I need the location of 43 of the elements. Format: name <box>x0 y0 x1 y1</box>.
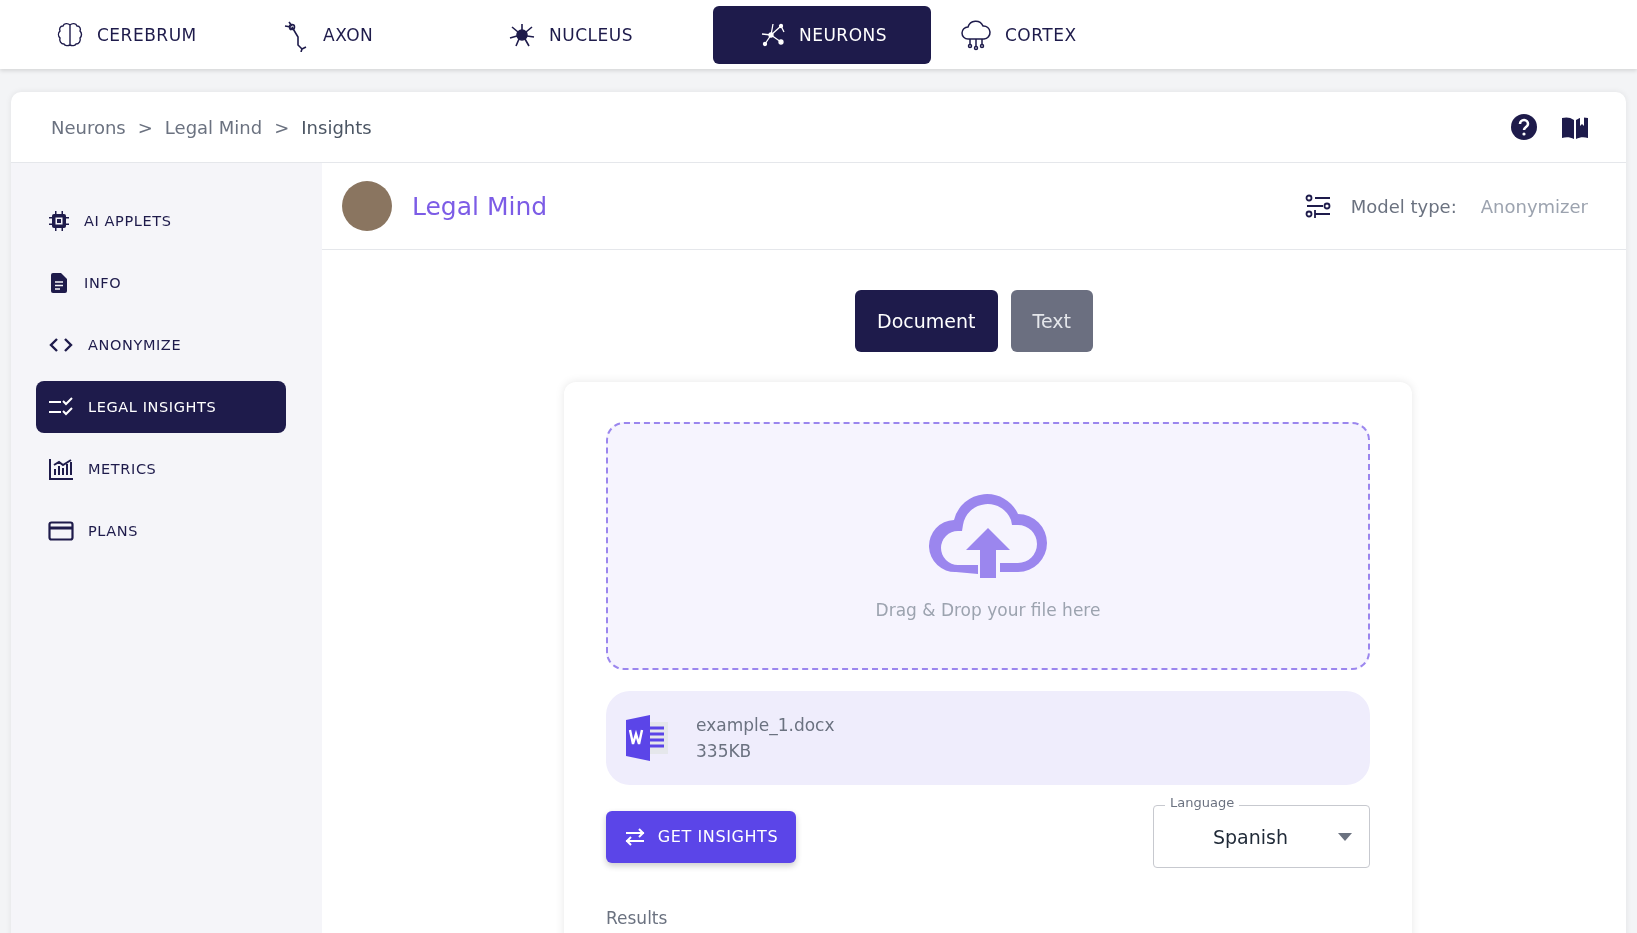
document-icon <box>48 272 70 294</box>
nav-tab[interactable]: CEREBRUM <box>35 5 253 64</box>
cloud-upload-icon <box>926 492 1050 578</box>
sidebar-item[interactable]: ANONYMIZE <box>36 319 286 371</box>
chip-icon <box>48 210 70 232</box>
breadcrumb-item: Insights <box>301 116 372 138</box>
file-size: 335KB <box>696 741 753 761</box>
code-icon <box>48 336 74 354</box>
nav-tab[interactable]: NUCLEUS <box>487 5 705 64</box>
word-file-icon <box>624 714 670 762</box>
help-icon[interactable] <box>1510 113 1538 141</box>
photo-placeholder <box>342 181 392 231</box>
file-name: example_1.docx <box>696 715 835 735</box>
sidebar-item[interactable]: LEGAL INSIGHTS <box>36 381 286 433</box>
cloud-network-icon <box>959 18 993 51</box>
breadcrumb-separator: > <box>274 116 290 138</box>
dropzone-text: Drag & Drop your file here <box>875 600 1101 620</box>
breadcrumb-item[interactable]: Legal Mind <box>164 116 263 138</box>
language-label: Language <box>1165 795 1240 810</box>
nav-tab[interactable]: AXON <box>261 5 479 64</box>
sidebar-item[interactable]: METRICS <box>36 443 286 495</box>
sidebar-item[interactable]: PLANS <box>36 505 286 557</box>
sliders-icon[interactable] <box>1304 193 1331 219</box>
results-label: Results <box>606 908 669 928</box>
applet-title: Legal Mind <box>412 191 548 221</box>
mode-toggle-button[interactable]: Text <box>1010 290 1093 352</box>
nav-tab[interactable]: CORTEX <box>939 5 1157 64</box>
checklist-icon <box>48 397 74 417</box>
bar-chart-icon <box>48 457 74 481</box>
credit-card-icon <box>48 521 74 541</box>
swap-icon <box>623 827 646 846</box>
model-type-label: Model type: <box>1350 195 1457 217</box>
breadcrumb-item[interactable]: Neurons <box>51 116 126 138</box>
nav-tab[interactable]: NEURONS <box>713 5 931 64</box>
book-icon[interactable] <box>1560 114 1590 140</box>
language-select[interactable]: Language Spanish <box>1153 795 1370 868</box>
breadcrumb-separator: > <box>137 116 153 138</box>
sidebar-item[interactable]: AI APPLETS <box>36 195 286 247</box>
get-insights-button[interactable]: GET INSIGHTS <box>606 810 796 863</box>
model-type-value: Anonymizer <box>1480 195 1588 217</box>
mode-toggle-button[interactable]: Document <box>855 290 998 352</box>
sidebar-item[interactable]: INFO <box>36 257 286 309</box>
dropdown-caret-icon <box>1338 832 1352 841</box>
